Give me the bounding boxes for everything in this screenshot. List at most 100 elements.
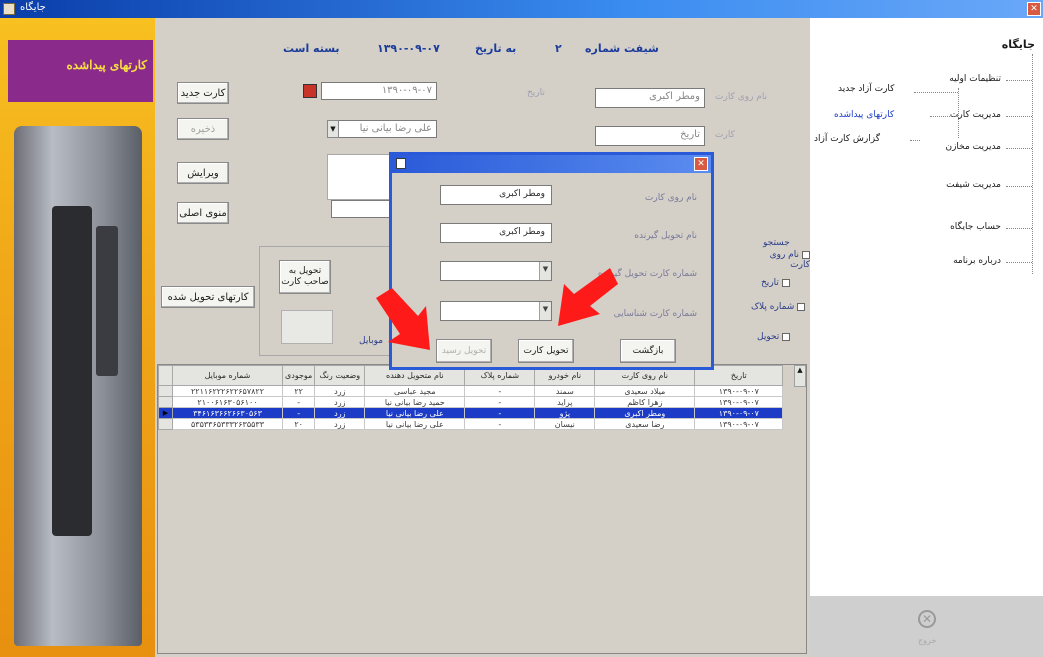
table-row[interactable]: ۲۲۱۱۶۲۲۲۶۲۲۶۵۷۸۲۲ ۲۲ زرد مجید عباسی - سم…	[158, 385, 784, 397]
dialog-back-button[interactable]: بازگشت	[620, 339, 676, 363]
filter-label: جستجو	[763, 238, 790, 248]
dialog-receiver-card-field[interactable]: ▼	[440, 261, 552, 281]
status-text: بسته است	[283, 42, 340, 55]
cell-plate: -	[464, 418, 536, 430]
nav-subitem-free-card-report[interactable]: گزارش کارت آزاد	[814, 134, 880, 144]
delivered-cards-button[interactable]: کارتهای تحویل شده	[161, 286, 255, 308]
tree-line	[1006, 116, 1032, 117]
tree-line	[1032, 54, 1033, 274]
filter-checkbox-plate[interactable]: شماره پلاک	[751, 302, 806, 312]
nav-item-initial-settings[interactable]: تنظیمات اولیه	[949, 74, 1001, 84]
employee-value: علی رضا بیانی نیا	[359, 123, 432, 134]
find-date-field[interactable]: ۱۳۹۰-۰۹-۰۷	[321, 82, 437, 100]
shift-number: ۲	[555, 42, 562, 55]
main-menu-button[interactable]: منوی اصلی	[177, 202, 229, 224]
card-field[interactable]: تاریخ	[595, 126, 705, 146]
dialog-card-name-field[interactable]: ومطر اکبری	[440, 185, 552, 205]
nav-panel: جایگاه تنظیمات اولیه مدیریت کارت مدیریت …	[810, 18, 1043, 596]
window-close-button[interactable]: ✕	[1027, 2, 1041, 16]
row-pointer-icon[interactable]: ▶	[158, 407, 173, 419]
card-name-field[interactable]: ومطر اکبری	[595, 88, 705, 108]
tree-line	[1006, 228, 1032, 229]
cell-color: زرد	[314, 407, 366, 419]
cards-table: شماره موبایل موجودی وضعیت رنگ نام متحویل…	[158, 365, 784, 430]
filter-checkbox-name[interactable]: نام روی کارت	[751, 250, 810, 270]
mobile-spinner[interactable]	[281, 310, 333, 344]
save-button[interactable]: ذخیره	[177, 118, 229, 140]
small-field[interactable]	[331, 200, 391, 218]
calendar-icon[interactable]	[303, 84, 317, 98]
column-header[interactable]: موجودی	[281, 365, 316, 386]
dialog-deliver-button[interactable]: تحویل کارت	[518, 339, 574, 363]
exit-icon[interactable]: ✕	[918, 610, 936, 628]
cell-car: پژو	[534, 407, 596, 419]
nav-item-tank-management[interactable]: مدیریت مخازن	[945, 142, 1001, 152]
tree-line	[1006, 148, 1032, 149]
grid-scrollbar[interactable]: ▲	[794, 365, 806, 387]
card-name-label: نام روی کارت	[715, 92, 768, 102]
cell-date: ۱۳۹۰-۰۹-۰۷	[694, 418, 784, 430]
row-header[interactable]	[158, 385, 173, 397]
tree-line	[930, 116, 958, 117]
dialog-receiver-name-field[interactable]: ومطر اکبری	[440, 223, 552, 243]
new-card-button[interactable]: کارت جدید	[177, 82, 229, 104]
dialog-card-name-label: نام روی کارت	[644, 193, 697, 203]
row-header[interactable]	[158, 396, 173, 408]
cell-date: ۱۳۹۰-۰۹-۰۷	[694, 396, 784, 408]
cell-car: نیسان	[534, 418, 596, 430]
nav-subitem-found-cards[interactable]: کارتهای پیداشده	[834, 110, 894, 120]
edit-button[interactable]: ویرایش	[177, 162, 229, 184]
cell-deliverer: مجید عباسی	[364, 385, 466, 397]
tree-line	[1006, 262, 1032, 263]
cell-car: پراید	[534, 396, 596, 408]
date-value: ۱۳۹۰-۰۹-۰۷	[377, 42, 440, 55]
nav-item-about[interactable]: درباره برنامه	[953, 256, 1001, 266]
chevron-down-icon[interactable]: ▼	[327, 120, 339, 138]
nav-subitem-new-free-card[interactable]: کارت آزاد جدید	[838, 84, 894, 94]
tree-line	[914, 92, 958, 93]
card-machine-image	[14, 126, 142, 646]
find-date-label: تاریخ	[527, 88, 545, 98]
title-bar: جایگاه ✕	[0, 0, 1043, 18]
cell-mobile: ۵۳۵۳۳۶۵۳۳۳۲۶۳۵۵۳۳	[172, 418, 283, 430]
nav-item-station-account[interactable]: حساب جایگاه	[950, 222, 1001, 232]
filter-checkbox-deliver[interactable]: تحویل	[757, 332, 791, 342]
tree-line	[910, 140, 920, 141]
dialog-receipt-button[interactable]: تحویل رسید	[436, 339, 492, 363]
row-header[interactable]	[158, 418, 173, 430]
table-row[interactable]: ۲۱۰۰۶۱۶۳۰۵۶۱۰۰ - زرد حمید رضا بیانی نیا …	[158, 396, 784, 408]
table-row[interactable]: ۵۳۵۳۳۶۵۳۳۳۲۶۳۵۵۳۳ ۲۰ زرد علی رضا بیانی ن…	[158, 418, 784, 430]
column-header[interactable]: وضعیت رنگ	[314, 365, 366, 386]
app-icon	[3, 3, 15, 15]
nav-root[interactable]: جایگاه	[1002, 38, 1035, 51]
cell-card-name: ومطر اکبری	[594, 407, 696, 419]
employee-combo[interactable]: علی رضا بیانی نیا	[327, 120, 437, 138]
red-arrow-icon	[558, 268, 618, 326]
cell-stock: -	[281, 396, 316, 408]
cell-deliverer: علی رضا بیانی نیا	[364, 407, 466, 419]
nav-item-shift-management[interactable]: مدیریت شیفت	[946, 180, 1001, 190]
left-banner: کارتهای پیداشده	[0, 18, 155, 657]
shift-label: شیفت شماره	[585, 42, 659, 55]
dialog-icon	[396, 158, 406, 169]
column-header[interactable]: شماره موبایل	[172, 365, 283, 386]
dialog-receiver-name-label: نام تحویل گیرنده	[634, 231, 697, 241]
cell-plate: -	[464, 407, 536, 419]
cell-stock: ۲۲	[281, 385, 316, 397]
card-label: کارت	[715, 130, 735, 140]
nav-item-card-management[interactable]: مدیریت کارت	[950, 110, 1001, 120]
dialog-id-card-field[interactable]: ▼	[440, 301, 552, 321]
deliver-to-owner-button[interactable]: تحویل به صاحب کارت	[279, 260, 331, 294]
tree-line	[1006, 186, 1032, 187]
cell-deliverer: حمید رضا بیانی نیا	[364, 396, 466, 408]
exit-label[interactable]: خروج	[918, 636, 936, 645]
machine-slot-small	[96, 226, 118, 376]
dialog-close-button[interactable]: ✕	[694, 157, 708, 171]
tree-line	[1006, 80, 1032, 81]
cell-color: زرد	[314, 385, 366, 397]
filter-checkbox-date[interactable]: تاریخ	[761, 278, 790, 288]
cell-color: زرد	[314, 396, 366, 408]
cell-card-name: زهرا کاظم	[594, 396, 696, 408]
date-label: به تاریخ	[475, 42, 517, 55]
table-row-selected[interactable]: ▶ ۳۴۶۱۶۳۶۶۲۶۶۳۰۵۶۳ - زرد علی رضا بیانی ن…	[158, 407, 784, 419]
